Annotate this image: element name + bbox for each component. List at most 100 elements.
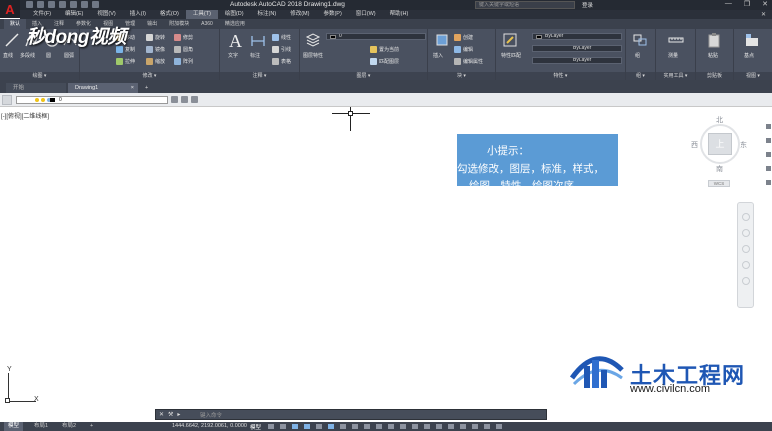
menu-file[interactable]: 文件(F) bbox=[26, 10, 58, 19]
create-block-button[interactable]: 创建 bbox=[454, 34, 473, 41]
otrack-icon[interactable] bbox=[340, 424, 346, 429]
ortho-icon[interactable] bbox=[292, 424, 298, 429]
save-icon[interactable] bbox=[48, 1, 55, 8]
layer-toolbar-dropdown[interactable]: 0 bbox=[16, 96, 168, 104]
workspace-icon[interactable] bbox=[400, 424, 406, 429]
menu-dimension[interactable]: 标注(N) bbox=[251, 10, 284, 19]
base-view-icon[interactable] bbox=[744, 32, 760, 48]
minimize-button[interactable]: — bbox=[725, 0, 732, 8]
viewcube-west[interactable]: 西 bbox=[691, 140, 698, 150]
panel-block-title[interactable]: 块 ▾ bbox=[428, 72, 495, 80]
palette-icon-1[interactable] bbox=[766, 124, 771, 129]
make-object-layer-current-icon[interactable] bbox=[181, 96, 188, 103]
grid-icon[interactable] bbox=[268, 424, 274, 429]
menu-window[interactable]: 窗口(W) bbox=[349, 10, 383, 19]
color-dropdown[interactable]: ByLayer bbox=[532, 33, 622, 40]
menu-format[interactable]: 格式(O) bbox=[153, 10, 186, 19]
clean-screen-icon[interactable] bbox=[484, 424, 490, 429]
selection-cycling-icon[interactable] bbox=[376, 424, 382, 429]
command-input[interactable]: 键入命令 bbox=[200, 411, 222, 419]
panel-view-title[interactable]: 视图 ▾ bbox=[734, 72, 772, 80]
layer-previous-icon[interactable] bbox=[171, 96, 178, 103]
new-tab-button[interactable]: + bbox=[142, 83, 154, 93]
panel-layers-title[interactable]: 图层 ▾ bbox=[300, 72, 427, 80]
command-history-icon[interactable]: ▸ bbox=[177, 411, 180, 418]
tab-layout1[interactable]: 布局1 bbox=[30, 422, 52, 431]
trim-button[interactable]: 修剪 bbox=[174, 34, 193, 41]
model-space-button[interactable]: 模型 bbox=[250, 423, 261, 431]
panel-utilities-title[interactable]: 实用工具 ▾ bbox=[656, 72, 695, 80]
zoom-icon[interactable] bbox=[742, 245, 750, 253]
group-button[interactable]: 组 bbox=[635, 52, 640, 59]
new-icon[interactable] bbox=[26, 1, 33, 8]
layer-properties-button[interactable]: 图层特性 bbox=[303, 52, 323, 59]
line-icon[interactable] bbox=[4, 32, 20, 48]
isodraft-icon[interactable] bbox=[316, 424, 322, 429]
viewcube-north[interactable]: 北 bbox=[716, 115, 723, 125]
rotate-button[interactable]: 旋转 bbox=[146, 34, 165, 41]
viewcube-south[interactable]: 南 bbox=[716, 164, 723, 174]
maximize-button[interactable]: ❐ bbox=[744, 0, 750, 8]
close-button[interactable]: ✕ bbox=[762, 0, 768, 8]
viewcube-top-face[interactable]: 上 bbox=[708, 133, 732, 155]
showmotion-icon[interactable] bbox=[742, 277, 750, 285]
leader-button[interactable]: 引线 bbox=[272, 46, 291, 53]
tab-drawing1[interactable]: Drawing1 × bbox=[68, 83, 138, 93]
menu-insert[interactable]: 插入(I) bbox=[123, 10, 153, 19]
palette-icon-4[interactable] bbox=[766, 166, 771, 171]
paste-icon[interactable] bbox=[706, 32, 722, 48]
scale-button[interactable]: 缩放 bbox=[146, 58, 165, 65]
palette-icon-5[interactable] bbox=[766, 180, 771, 185]
make-current-button[interactable]: 置为当前 bbox=[370, 46, 399, 53]
measure-button[interactable]: 测量 bbox=[668, 52, 678, 59]
menu-close-icon[interactable]: ✕ bbox=[761, 11, 766, 18]
match-layer-button[interactable]: 匹配图层 bbox=[370, 58, 399, 65]
edit-attributes-button[interactable]: 编辑属性 bbox=[454, 58, 483, 65]
palette-icon-2[interactable] bbox=[766, 138, 771, 143]
tab-start[interactable]: 开始 bbox=[6, 83, 66, 93]
lock-ui-icon[interactable] bbox=[448, 424, 454, 429]
menu-modify[interactable]: 修改(M) bbox=[283, 10, 316, 19]
viewport-controls[interactable]: [-][俯视][二维线框] bbox=[1, 111, 49, 120]
login-button[interactable]: 登录 bbox=[582, 1, 593, 9]
autocad-app-button[interactable]: A bbox=[0, 0, 20, 18]
tab-featured-apps[interactable]: 精选应用 bbox=[219, 19, 251, 29]
paste-button[interactable]: 粘贴 bbox=[708, 52, 718, 59]
palette-icon-3[interactable] bbox=[766, 152, 771, 157]
annotation-scale-icon[interactable] bbox=[388, 424, 394, 429]
stretch-button[interactable]: 拉伸 bbox=[116, 58, 135, 65]
annotation-monitor-icon[interactable] bbox=[412, 424, 418, 429]
panel-modify-title[interactable]: 修改 ▾ bbox=[80, 72, 219, 80]
close-tab-icon[interactable]: × bbox=[131, 83, 134, 93]
transparency-icon[interactable] bbox=[364, 424, 370, 429]
coordinates-readout[interactable]: 1444.6642, 2192.0061, 0.0000 bbox=[172, 423, 247, 429]
fillet-button[interactable]: 圆角 bbox=[174, 46, 193, 53]
polyline-button[interactable]: 多段线 bbox=[20, 52, 35, 59]
wcs-menu[interactable]: WCS bbox=[708, 180, 730, 187]
tab-home[interactable]: 默认 bbox=[4, 19, 27, 29]
add-layout-button[interactable]: + bbox=[86, 422, 97, 431]
menu-edit[interactable]: 编辑(E) bbox=[58, 10, 90, 19]
group-icon[interactable] bbox=[632, 32, 648, 48]
command-close-icon[interactable]: ✕ bbox=[159, 411, 164, 418]
base-view-button[interactable]: 基点 bbox=[744, 52, 754, 59]
redo-icon[interactable] bbox=[92, 1, 99, 8]
text-icon[interactable]: A bbox=[229, 31, 242, 52]
snap-icon[interactable] bbox=[280, 424, 286, 429]
panel-groups-title[interactable]: 组 ▾ bbox=[626, 72, 655, 80]
open-icon[interactable] bbox=[37, 1, 44, 8]
customization-icon[interactable] bbox=[496, 424, 502, 429]
arc-button[interactable]: 圆弧 bbox=[64, 52, 74, 59]
saveas-icon[interactable] bbox=[59, 1, 66, 8]
edit-block-button[interactable]: 编辑 bbox=[454, 46, 473, 53]
panel-clipboard-title[interactable]: 剪贴板 bbox=[696, 72, 733, 80]
menu-tools[interactable]: 工具(T) bbox=[185, 10, 218, 19]
osnap-icon[interactable] bbox=[328, 424, 334, 429]
tab-addins[interactable]: 附加模块 bbox=[163, 19, 195, 29]
table-button[interactable]: 表格 bbox=[272, 58, 291, 65]
tab-model[interactable]: 模型 bbox=[4, 422, 24, 431]
wrench-icon[interactable]: ⚒ bbox=[168, 411, 173, 418]
isolate-objects-icon[interactable] bbox=[460, 424, 466, 429]
command-line[interactable]: ✕ ⚒ ▸ 键入命令 bbox=[155, 409, 547, 420]
menu-help[interactable]: 帮助(H) bbox=[383, 10, 416, 19]
